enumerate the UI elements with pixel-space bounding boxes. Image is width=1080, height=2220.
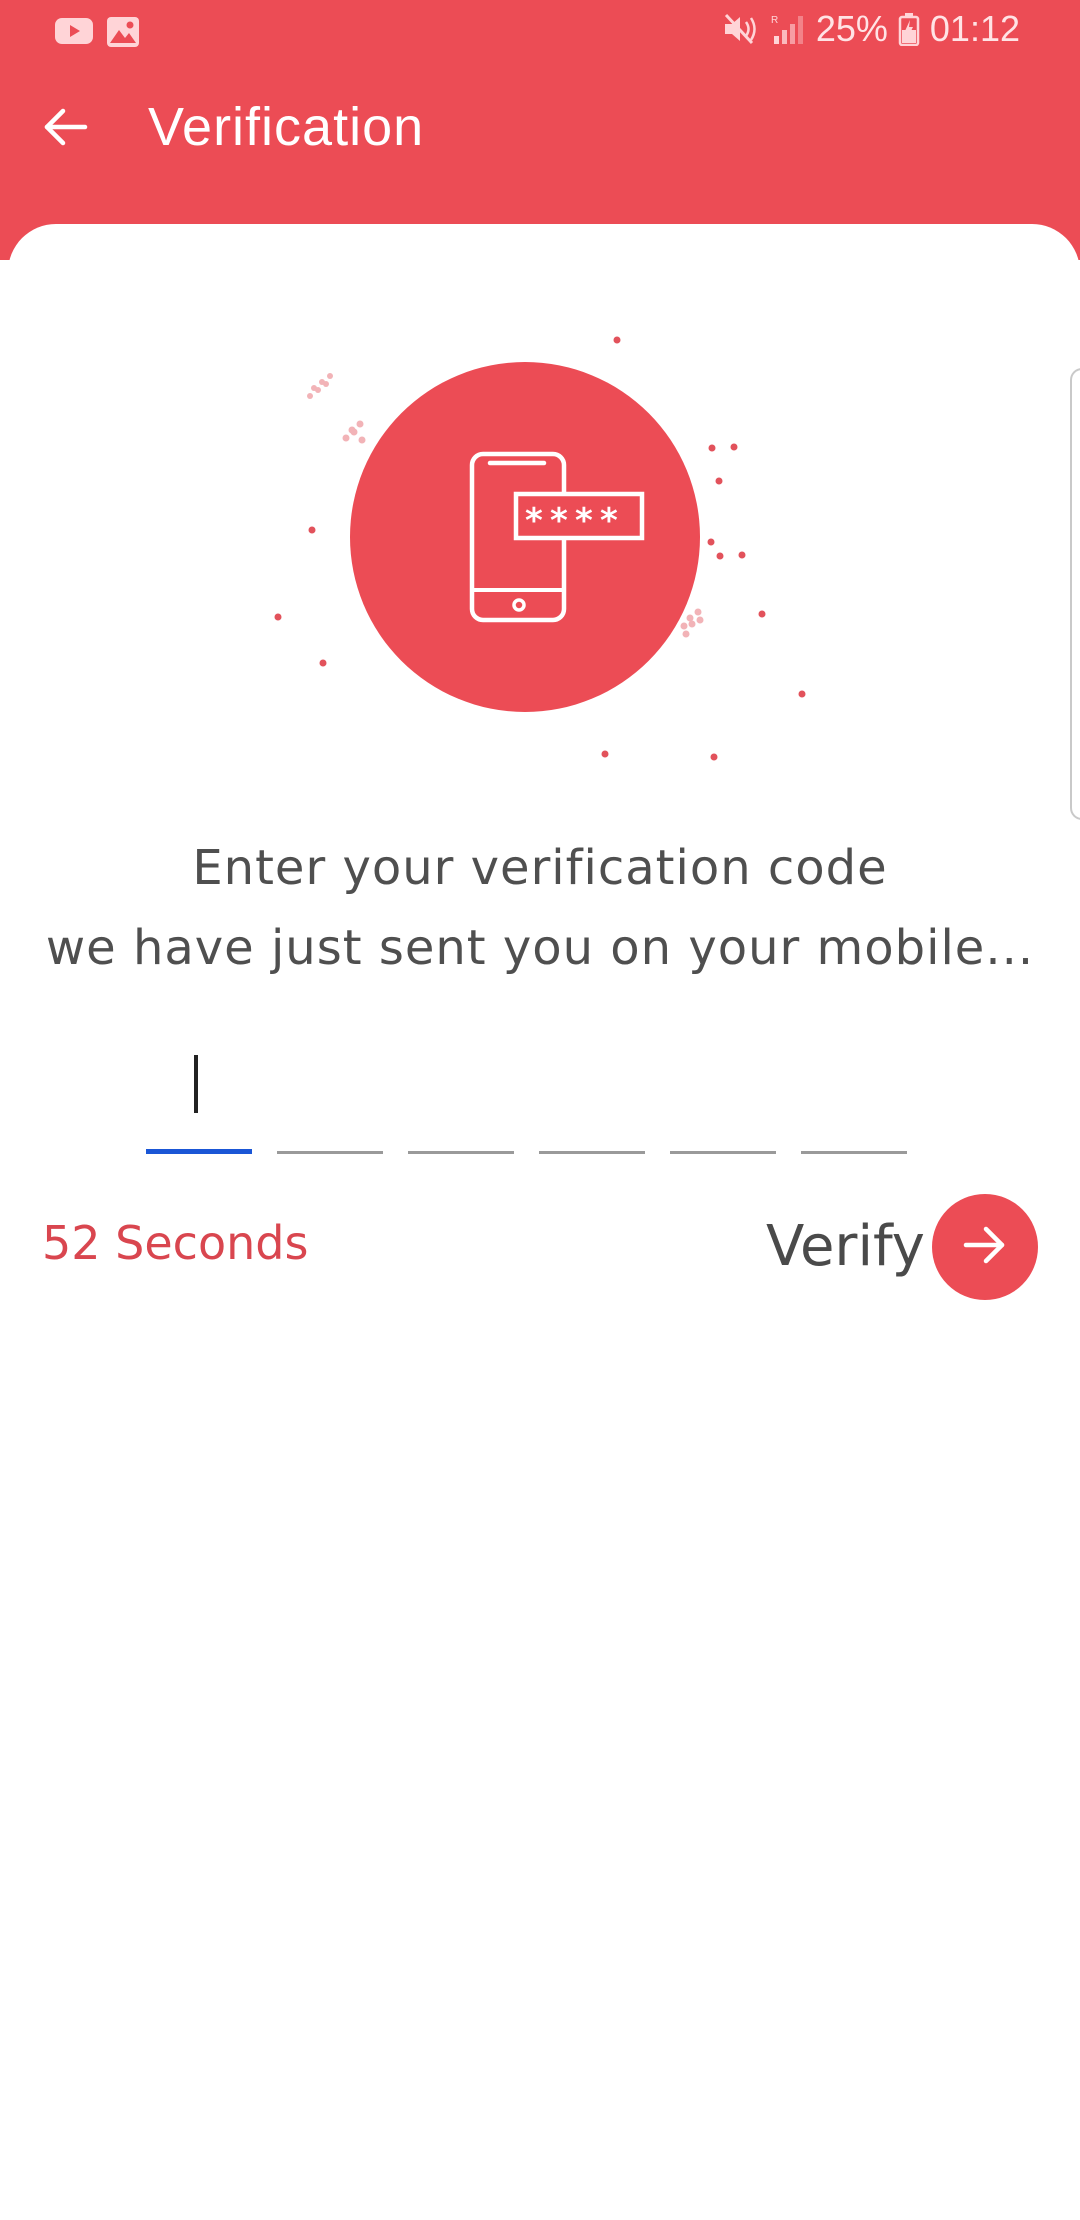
otp-underline xyxy=(408,1151,514,1154)
arrow-right-icon xyxy=(960,1222,1010,1272)
verification-illustration: * * * * xyxy=(260,320,820,780)
instructions: Enter your verification code we have jus… xyxy=(0,828,1080,988)
page-title: Verification xyxy=(148,97,425,157)
otp-underline xyxy=(539,1151,645,1154)
verify-label[interactable]: Verify xyxy=(766,1214,925,1279)
svg-text:*: * xyxy=(575,501,593,541)
battery-text: 25% xyxy=(815,8,888,49)
youtube-icon xyxy=(54,16,94,48)
svg-text:R: R xyxy=(771,15,778,26)
otp-digit-5[interactable] xyxy=(670,1040,776,1154)
otp-digit-6[interactable] xyxy=(801,1040,907,1154)
status-bar: R 25% 01:12 xyxy=(0,0,1080,66)
otp-digit-1[interactable] xyxy=(146,1040,252,1154)
otp-digit-3[interactable] xyxy=(408,1040,514,1154)
gallery-icon xyxy=(106,16,140,48)
clock: 01:12 xyxy=(929,8,1020,49)
verify-button[interactable] xyxy=(932,1194,1038,1300)
instructions-line-2: we have just sent you on your mobile... xyxy=(45,920,1035,976)
otp-input xyxy=(146,1040,907,1160)
otp-underline xyxy=(277,1151,383,1154)
otp-underline xyxy=(670,1151,776,1154)
svg-text:*: * xyxy=(600,501,618,541)
text-caret xyxy=(194,1055,198,1113)
svg-text:*: * xyxy=(525,501,543,541)
svg-text:*: * xyxy=(550,501,568,541)
edge-panel-handle[interactable] xyxy=(1070,368,1080,820)
otp-underline xyxy=(146,1149,252,1154)
otp-underline xyxy=(801,1151,907,1154)
arrow-left-icon xyxy=(41,107,89,151)
otp-digit-4[interactable] xyxy=(539,1040,645,1154)
mute-icon xyxy=(722,12,760,46)
back-button[interactable] xyxy=(30,94,100,164)
otp-digit-2[interactable] xyxy=(277,1040,383,1154)
countdown-timer: 52 Seconds xyxy=(42,1216,309,1270)
signal-icon: R xyxy=(770,12,806,46)
app-bar: Verification xyxy=(0,66,1080,196)
instructions-line-1: Enter your verification code xyxy=(192,840,888,896)
battery-charging-icon xyxy=(898,12,920,46)
